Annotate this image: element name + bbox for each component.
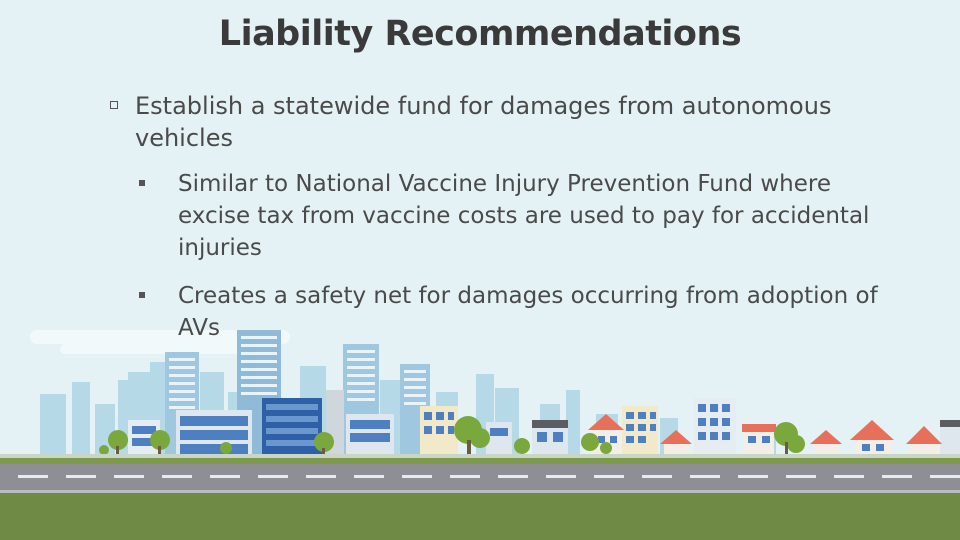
sub-bullet-marker-square xyxy=(139,180,145,186)
bullet-item: Establish a statewide fund for damages f… xyxy=(135,92,832,152)
slide-title: Liability Recommendations xyxy=(218,14,742,54)
sub-bullet-marker-square xyxy=(139,292,145,298)
sub-bullet-item: Similar to National Vaccine Injury Preve… xyxy=(178,171,870,261)
sub-bullet-item: Creates a safety net for damages occurri… xyxy=(178,283,878,341)
bullet-marker-hollow-square xyxy=(110,101,118,109)
slide: Liability Recommendations Establish a st… xyxy=(0,0,960,540)
slide-content: Liability Recommendations Establish a st… xyxy=(0,0,960,341)
